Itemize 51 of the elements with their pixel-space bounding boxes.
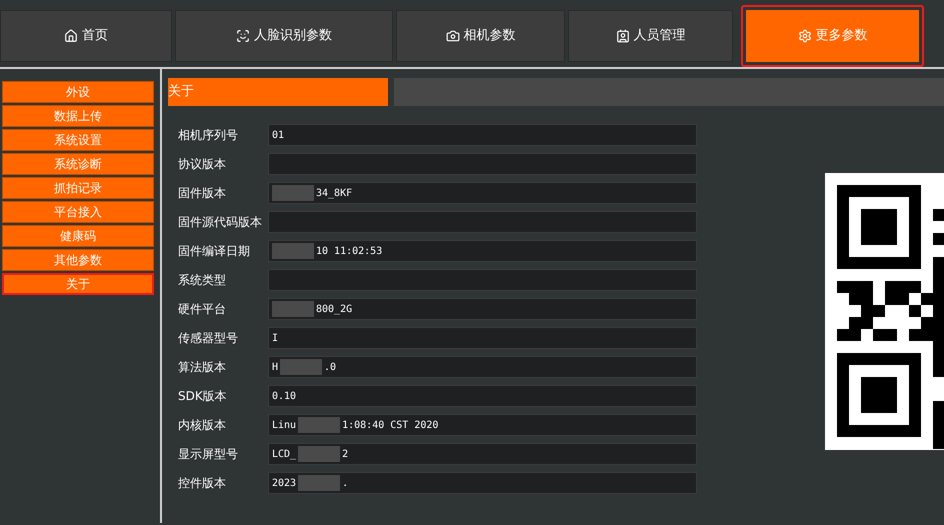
- field-value: 01: [272, 128, 284, 142]
- nav-tab[interactable]: 相机参数: [396, 10, 565, 62]
- face-scan-icon: [236, 29, 250, 43]
- field-label: 传感器型号: [178, 330, 239, 347]
- field-label: 控件版本: [178, 475, 227, 492]
- sidebar-item[interactable]: 关于: [2, 273, 154, 295]
- sidebar-item[interactable]: 数据上传: [2, 105, 154, 127]
- sidebar-item[interactable]: 健康码: [2, 225, 154, 247]
- field-value: H: [272, 360, 278, 374]
- field-value: .: [342, 476, 348, 490]
- field-label: 显示屏型号: [178, 446, 239, 463]
- field-value: 10 11:02:53: [316, 244, 382, 258]
- field-label: 固件编译日期: [178, 243, 251, 260]
- sidebar-item[interactable]: 抓拍记录: [2, 177, 154, 199]
- field-value: 800_2G: [316, 302, 352, 316]
- person-card-icon: [616, 29, 630, 43]
- field-label: 内核版本: [178, 417, 227, 434]
- camera-icon: [446, 29, 460, 43]
- field-value: 34_8KF: [316, 186, 352, 200]
- home-icon: [64, 29, 78, 43]
- sidebar-item[interactable]: 系统诊断: [2, 153, 154, 175]
- field-label: SDK版本: [178, 388, 228, 405]
- field-label: 算法版本: [178, 359, 227, 376]
- redaction-mosaic: [298, 417, 340, 433]
- section-title: 关于: [168, 78, 388, 106]
- field-label: 固件源代码版本: [178, 214, 263, 231]
- field-label: 系统类型: [178, 272, 227, 289]
- field-value: Linu: [272, 418, 296, 432]
- redaction-mosaic: [298, 475, 340, 491]
- field-value: I: [272, 332, 278, 346]
- nav-tab[interactable]: 首页: [0, 10, 172, 62]
- sidebar-item[interactable]: 平台接入: [2, 201, 154, 223]
- field-value: 2: [342, 448, 348, 462]
- field-value: 1:08:40 CST 2020: [342, 418, 438, 432]
- redaction-mosaic: [280, 359, 322, 375]
- field-value: .0: [324, 360, 336, 374]
- settings-icon: [798, 29, 812, 43]
- redaction-mosaic: [298, 446, 340, 462]
- field-label: 协议版本: [178, 156, 227, 173]
- sidebar-item[interactable]: 外设: [2, 81, 154, 103]
- sidebar-item[interactable]: 其他参数: [2, 249, 154, 271]
- nav-tab[interactable]: 更多参数: [746, 10, 919, 62]
- field-label: 固件版本: [178, 185, 227, 202]
- sidebar-item[interactable]: 系统设置: [2, 129, 154, 151]
- field-value: 0.10: [272, 390, 296, 404]
- field-value: LCD_: [272, 448, 296, 462]
- nav-tab[interactable]: 人脸识别参数: [175, 10, 393, 62]
- nav-tab[interactable]: 人员管理: [568, 10, 733, 62]
- field-label: 相机序列号: [178, 127, 239, 144]
- field-label: 硬件平台: [178, 301, 227, 318]
- field-value: 2023: [272, 476, 296, 490]
